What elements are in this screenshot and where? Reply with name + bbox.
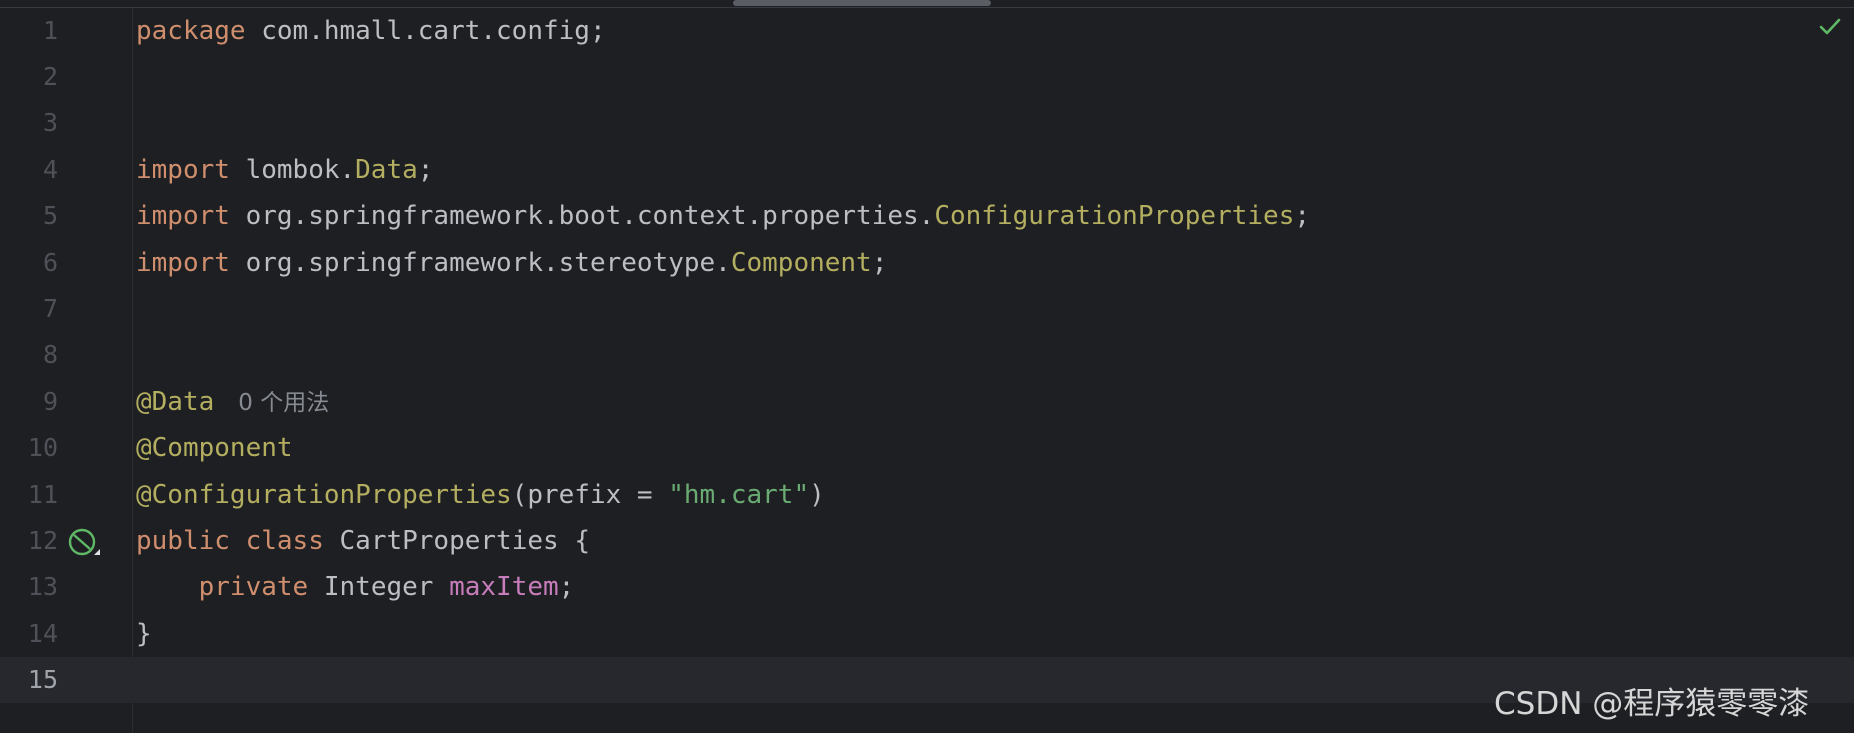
annotation-args-open: (prefix = [511,480,669,510]
keyword: import [136,155,230,185]
import-package: lombok. [229,155,356,185]
code-text: import org.springframework.stereotype.Co… [136,248,887,278]
code-text: @Data 0 个用法 [136,387,329,418]
line-number: 4 [42,155,58,184]
package-name: com.hmall.cart.config; [245,16,606,46]
keyword: public [136,526,230,556]
code-line-5[interactable]: 5 import org.springframework.boot.contex… [0,193,1854,239]
line-number: 9 [42,387,58,416]
import-package: org.springframework.stereotype. [229,248,731,278]
annotation: @Data [136,387,215,417]
keyword: import [136,248,230,278]
horizontal-scrollbar-thumb[interactable] [733,0,991,6]
line-number: 12 [27,526,58,555]
code-line-7[interactable]: 7 [0,286,1854,332]
import-package: org.springframework.boot.context.propert… [229,201,935,231]
spring-bean-icon[interactable] [67,527,103,563]
semicolon: ; [417,155,434,185]
line-number: 15 [27,665,58,694]
semicolon: ; [558,572,575,602]
line-number: 14 [27,619,58,648]
watermark: CSDN @程序猿零零漆 [1494,686,1810,722]
keyword: private [198,572,309,602]
keyword: class [245,526,324,556]
code-text: private Integer maxItem; [136,572,575,602]
semicolon: ; [871,248,888,278]
field-type: Integer [308,572,450,602]
line-number: 13 [27,572,58,601]
usages-inlay-hint[interactable]: 0 个用法 [238,390,329,416]
line-number: 7 [42,294,58,323]
code-text: import lombok.Data; [136,155,433,185]
line-number: 3 [42,108,58,137]
line-number: 6 [42,248,58,277]
code-line-2[interactable]: 2 [0,54,1854,100]
code-text: @Component [136,433,293,463]
class-name: CartProperties { [323,526,590,556]
annotation-args-close: ) [809,480,825,510]
line-number: 2 [42,62,58,91]
code-text: package com.hmall.cart.config; [136,16,606,46]
annotation: @ConfigurationProperties [136,480,512,510]
code-editor[interactable]: 1 package com.hmall.cart.config; 2 3 4 i… [0,0,1854,733]
code-line-11[interactable]: 11 @ConfigurationProperties(prefix = "hm… [0,472,1854,518]
semicolon: ; [1294,201,1311,231]
line-number: 1 [42,16,58,45]
import-class: ConfigurationProperties [934,201,1295,231]
code-line-10[interactable]: 10 @Component [0,425,1854,471]
line-number: 11 [27,480,58,509]
code-text: import org.springframework.boot.context.… [136,201,1310,231]
string-literal: "hm.cart" [668,480,810,510]
code-line-9[interactable]: 9 @Data 0 个用法 [0,379,1854,425]
code-line-6[interactable]: 6 import org.springframework.stereotype.… [0,240,1854,286]
keyword: package [136,16,246,46]
code-line-8[interactable]: 8 [0,332,1854,378]
annotation: @Component [136,433,293,463]
import-class: Component [730,248,872,278]
keyword: import [136,201,230,231]
code-line-14[interactable]: 14 } [0,611,1854,657]
code-line-1[interactable]: 1 package com.hmall.cart.config; [0,8,1854,54]
code-text: @ConfigurationProperties(prefix = "hm.ca… [136,480,825,510]
import-class: Data [355,155,418,185]
line-number: 5 [42,201,58,230]
code-text: } [136,619,152,649]
code-line-12[interactable]: 12 public class CartProperties { [0,518,1854,564]
code-line-13[interactable]: 13 private Integer maxItem; [0,564,1854,610]
close-brace: } [136,619,152,649]
line-number: 8 [42,340,58,369]
inspection-ok-check-icon[interactable] [1817,14,1843,40]
field-name: maxItem [449,572,559,602]
code-text: public class CartProperties { [136,526,590,556]
line-number: 10 [27,433,58,462]
code-line-3[interactable]: 3 [0,100,1854,146]
code-line-4[interactable]: 4 import lombok.Data; [0,147,1854,193]
